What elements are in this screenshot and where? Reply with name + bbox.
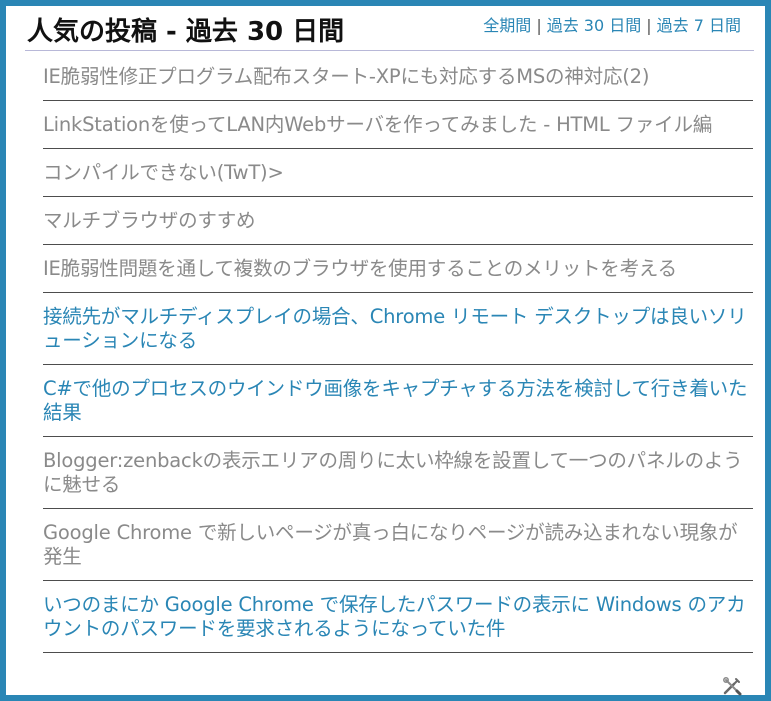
post-list: IE脆弱性修正プログラム配布スタート-XPにも対応するMSの神対応(2) Lin… [43,53,753,653]
tools-icon[interactable] [721,675,743,697]
list-item: 接続先がマルチディスプレイの場合、Chrome リモート デスクトップは良いソリ… [43,293,753,365]
list-item: マルチブラウザのすすめ [43,197,753,245]
period-filter: 全期間 | 過去 30 日間 | 過去 7 日間 [483,16,741,36]
post-link[interactable]: LinkStationを使ってLAN内Webサーバを作ってみました - HTML… [43,113,712,136]
filter-all-time[interactable]: 全期間 [483,16,531,35]
widget-title: 人気の投稿 - 過去 30 日間 [27,17,345,47]
popular-posts-widget: 人気の投稿 - 過去 30 日間 全期間 | 過去 30 日間 | 過去 7 日間 IE… [0,0,771,701]
filter-7-days[interactable]: 過去 7 日間 [657,16,741,35]
list-item: LinkStationを使ってLAN内Webサーバを作ってみました - HTML… [43,101,753,149]
post-link[interactable]: C#で他のプロセスのウインドウ画像をキャプチャする方法を検討して行き着いた結果 [43,377,747,424]
post-link[interactable]: コンパイルできない(TwT)> [43,161,284,184]
list-item: IE脆弱性修正プログラム配布スタート-XPにも対応するMSの神対応(2) [43,53,753,101]
filter-separator: | [536,16,542,35]
list-item: Google Chrome で新しいページが真っ白になりページが読み込まれない現… [43,509,753,581]
post-link[interactable]: いつのまにか Google Chrome で保存したパスワードの表示に Wind… [43,593,746,640]
post-link[interactable]: IE脆弱性問題を通して複数のブラウザを使用することのメリットを考える [43,257,677,280]
post-link[interactable]: マルチブラウザのすすめ [43,209,256,232]
filter-separator: | [646,16,652,35]
list-item: C#で他のプロセスのウインドウ画像をキャプチャする方法を検討して行き着いた結果 [43,365,753,437]
filter-30-days[interactable]: 過去 30 日間 [547,16,642,35]
post-link[interactable]: IE脆弱性修正プログラム配布スタート-XPにも対応するMSの神対応(2) [43,65,649,88]
post-link[interactable]: Google Chrome で新しいページが真っ白になりページが読み込まれない現… [43,521,738,568]
post-link[interactable]: Blogger:zenbackの表示エリアの周りに太い枠線を設置して一つのパネル… [43,449,743,496]
list-item: コンパイルできない(TwT)> [43,149,753,197]
list-item: いつのまにか Google Chrome で保存したパスワードの表示に Wind… [43,581,753,653]
list-item: IE脆弱性問題を通して複数のブラウザを使用することのメリットを考える [43,245,753,293]
post-link[interactable]: 接続先がマルチディスプレイの場合、Chrome リモート デスクトップは良いソリ… [43,305,747,352]
title-divider [25,50,754,51]
list-item: Blogger:zenbackの表示エリアの周りに太い枠線を設置して一つのパネル… [43,437,753,509]
